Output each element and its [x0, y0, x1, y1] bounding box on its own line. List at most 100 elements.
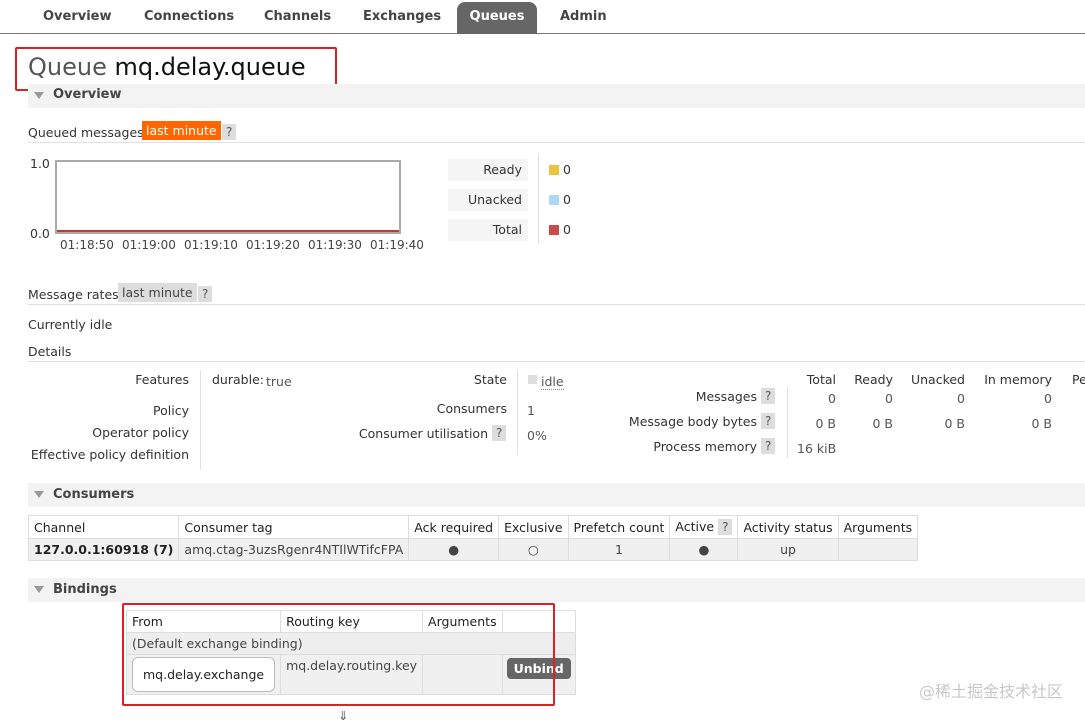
table-header-row: Channel Consumer tag Ack required Exclus…	[27, 515, 919, 539]
consumer-utilisation-label: Consumer utilisation	[358, 426, 488, 441]
activity-status-value: up	[737, 538, 839, 561]
body-bytes-in-memory: 0 B	[1031, 416, 1052, 431]
process-memory-help-button[interactable]: ?	[761, 438, 776, 454]
tab-queues[interactable]: Queues	[457, 2, 537, 34]
messages-unacked: 0	[957, 391, 965, 406]
help-icon: ?	[222, 124, 237, 140]
state-value: idle	[541, 374, 564, 390]
bindings-section-header[interactable]: Bindings	[28, 578, 1085, 602]
queued-range-text: last minute	[142, 121, 221, 140]
top-nav: Overview Connections Channels Exchanges …	[0, 0, 1085, 34]
legend-unacked-value: 0	[563, 192, 571, 207]
chart-x-tick: 01:19:10	[184, 238, 238, 252]
divider	[28, 361, 1085, 362]
message-rates-range-badge[interactable]: last minute	[118, 283, 197, 302]
message-rates-label: Message rates	[28, 287, 119, 302]
chart-x-tick: 01:19:20	[246, 238, 300, 252]
details-divider	[517, 370, 518, 455]
arguments-value	[837, 538, 919, 561]
bindings-heading: Bindings	[53, 582, 117, 597]
consumer-utilisation-value: 0%	[527, 428, 547, 443]
divider	[28, 304, 1085, 305]
stats-header-in-memory: In memory	[984, 372, 1052, 387]
process-memory-value: 16 kiB	[797, 441, 837, 456]
exclusive-value: ○	[498, 538, 569, 561]
queued-help-button[interactable]: ?	[222, 124, 237, 140]
body-bytes-total: 0 B	[815, 416, 836, 431]
tab-connections[interactable]: Connections	[134, 2, 244, 34]
stats-header-total: Total	[806, 372, 836, 387]
table-row: 127.0.0.1:60918 (7) amq.ctag-3uzsRgenr4N…	[27, 538, 919, 561]
body-bytes-unacked: 0 B	[944, 416, 965, 431]
col-prefetch-count: Prefetch count	[567, 515, 671, 539]
chart-series-line	[57, 230, 399, 232]
help-icon: ?	[198, 286, 213, 302]
col-active-label: Active	[675, 519, 715, 534]
legend-unacked-swatch	[549, 195, 559, 205]
currently-idle-text: Currently idle	[28, 317, 113, 332]
chart-ymin-label: 0.0	[30, 226, 50, 241]
stats-header-ready: Ready	[854, 372, 893, 387]
collapse-triangle-icon	[34, 586, 44, 593]
legend-total-label: Total	[448, 219, 528, 241]
chart-x-tick: 01:19:00	[122, 238, 176, 252]
features-value: true	[266, 374, 292, 389]
effective-policy-label: Effective policy definition	[30, 447, 189, 462]
col-channel: Channel	[27, 515, 180, 539]
features-key: durable:	[212, 372, 264, 387]
chart-x-tick: 01:18:50	[60, 238, 114, 252]
stats-header-unacked: Unacked	[910, 372, 965, 387]
consumers-count-label: Consumers	[436, 401, 507, 416]
consumers-table: Channel Consumer tag Ack required Exclus…	[27, 515, 919, 561]
overview-heading: Overview	[53, 87, 122, 102]
tab-exchanges[interactable]: Exchanges	[353, 2, 451, 34]
legend-ready-swatch	[549, 165, 559, 175]
consumer-tag: amq.ctag-3uzsRgenr4NTIlWTifcFPA	[178, 538, 410, 561]
utilisation-help-button[interactable]: ?	[492, 425, 507, 441]
col-arguments: Arguments	[837, 515, 919, 539]
body-bytes-label: Message body bytes	[628, 414, 757, 429]
queued-range-badge[interactable]: last minute	[142, 121, 221, 140]
message-rates-help-button[interactable]: ?	[198, 286, 213, 302]
messages-label: Messages	[695, 389, 757, 404]
help-icon[interactable]: ?	[718, 519, 733, 535]
queued-messages-chart	[55, 160, 401, 234]
overview-section-header[interactable]: Overview	[28, 84, 1085, 108]
state-indicator-icon	[528, 375, 537, 384]
details-divider	[787, 386, 788, 458]
watermark: @稀土掘金技术社区	[918, 682, 1063, 701]
help-icon: ?	[492, 425, 507, 441]
messages-total: 0	[828, 391, 836, 406]
messages-in-memory: 0	[1044, 391, 1052, 406]
ack-required-value: ●	[408, 538, 500, 561]
queued-messages-label: Queued messages	[28, 125, 144, 140]
col-consumer-tag: Consumer tag	[178, 515, 410, 539]
help-icon: ?	[761, 413, 776, 429]
messages-ready: 0	[885, 391, 893, 406]
features-label: Features	[135, 372, 189, 387]
chart-ymax-label: 1.0	[30, 156, 50, 171]
consumers-section-header[interactable]: Consumers	[28, 483, 1085, 507]
chart-x-tick: 01:19:40	[370, 238, 424, 252]
consumers-heading: Consumers	[53, 487, 135, 502]
legend-total-swatch	[549, 225, 559, 235]
messages-help-button[interactable]: ?	[761, 388, 776, 404]
active-value: ●	[669, 538, 739, 561]
tab-overview[interactable]: Overview	[33, 2, 122, 34]
tab-admin[interactable]: Admin	[550, 2, 617, 34]
divider	[28, 142, 1085, 143]
message-rates-range-text: last minute	[118, 283, 197, 302]
legend-ready-label: Ready	[448, 159, 528, 181]
help-icon: ?	[761, 438, 776, 454]
col-active: Active ?	[669, 515, 739, 539]
body-bytes-help-button[interactable]: ?	[761, 413, 776, 429]
consumers-count-value: 1	[527, 403, 535, 418]
operator-policy-label: Operator policy	[92, 425, 189, 440]
body-bytes-ready: 0 B	[872, 416, 893, 431]
prefetch-count-value: 1	[567, 538, 671, 561]
legend-ready-value: 0	[563, 162, 571, 177]
consumer-channel-link[interactable]: 127.0.0.1:60918 (7)	[27, 538, 180, 561]
tab-channels[interactable]: Channels	[254, 2, 341, 34]
details-divider	[200, 370, 201, 470]
help-icon: ?	[761, 388, 776, 404]
